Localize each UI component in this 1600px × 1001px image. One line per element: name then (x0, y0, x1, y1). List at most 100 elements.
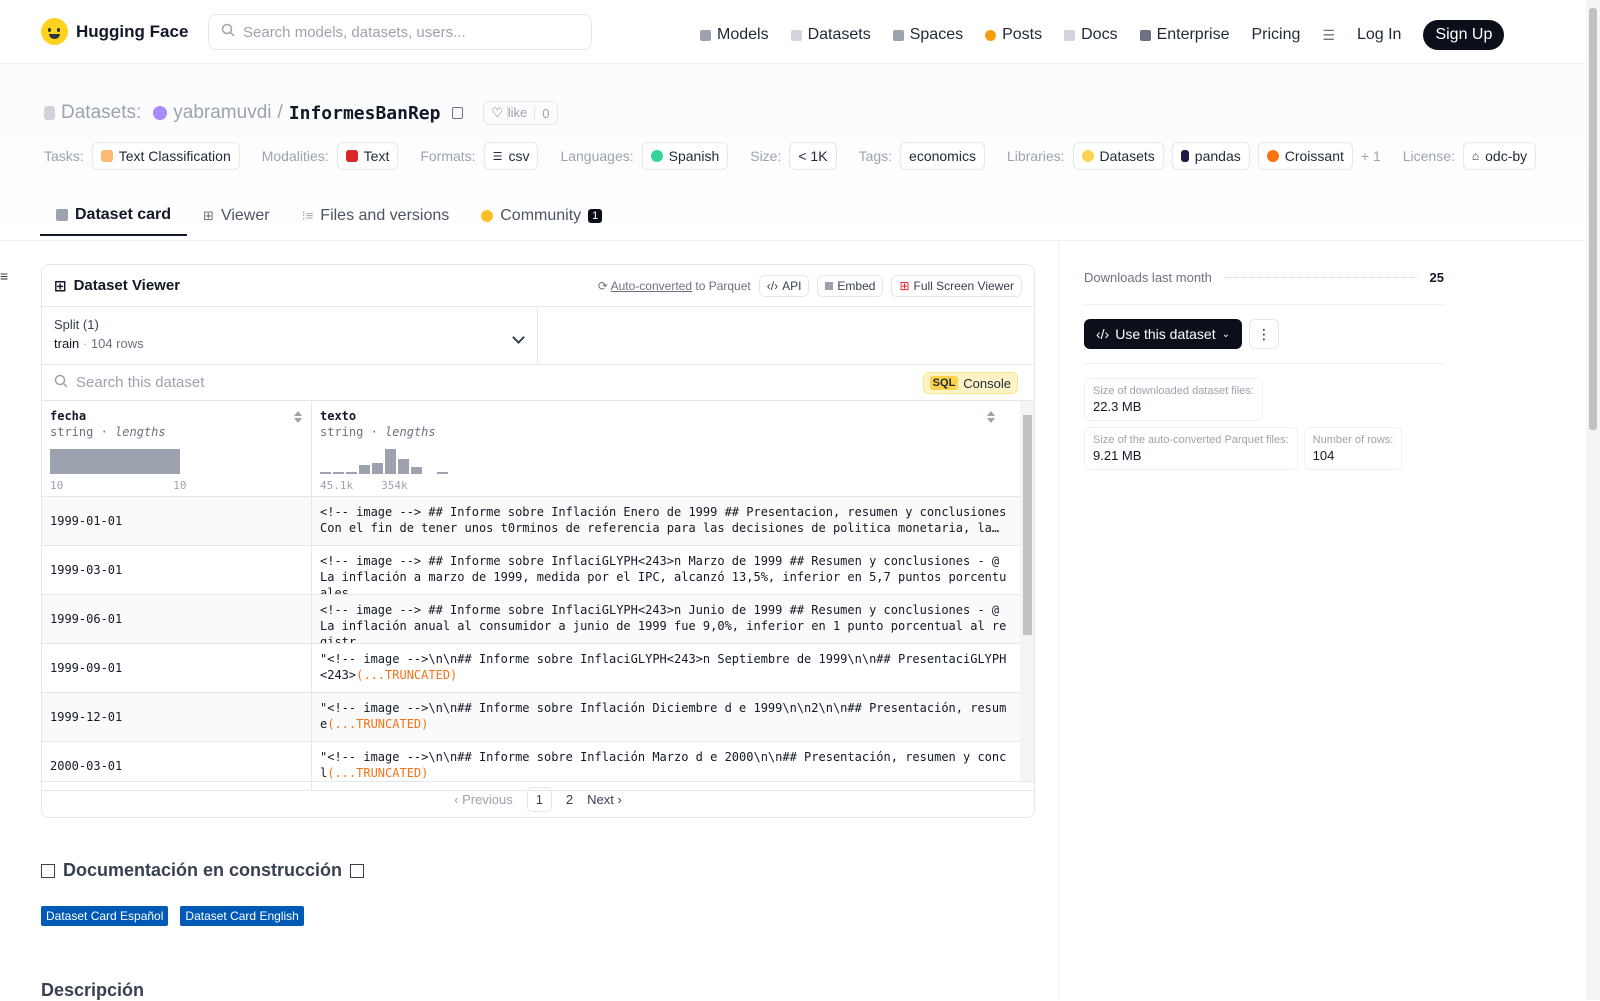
dotted-leader (1223, 276, 1418, 278)
tag-language[interactable]: Spanish (641, 142, 729, 170)
downloads-value: 25 (1429, 269, 1444, 285)
tab-files[interactable]: ⁝≡ Files and versions (286, 195, 466, 236)
breadcrumb-section[interactable]: Datasets: (61, 102, 141, 124)
community-count-badge: 1 (588, 208, 603, 223)
login-link[interactable]: Log In (1357, 26, 1401, 44)
tag-economics[interactable]: economics (900, 142, 985, 170)
heart-icon: ♡ (491, 105, 504, 120)
histogram-bar[interactable] (320, 471, 331, 474)
histogram-bar[interactable] (385, 449, 396, 474)
tag-lib-datasets[interactable]: Datasets (1072, 142, 1164, 170)
chevron-down-icon: ⌄ (1221, 328, 1230, 340)
tag-size-label: < 1K (798, 148, 828, 164)
badge-english[interactable]: Dataset Card English (180, 906, 304, 926)
size-label: Size: (750, 148, 782, 164)
histogram-bar[interactable] (346, 472, 357, 474)
table-row[interactable]: 1999-09-01 "<!-- image -->\n\n## Informe … (42, 644, 1034, 693)
column-fecha-stat: lengths (115, 425, 166, 439)
histogram-bar[interactable] (333, 472, 344, 474)
tag-format[interactable]: ☰ csv (483, 142, 539, 170)
cell-fecha[interactable]: 1999-01-01 (42, 497, 312, 545)
fecha-max: 10 (173, 479, 187, 492)
fecha-axis: 10 10 (50, 479, 187, 492)
cell-texto[interactable]: <!-- image --> ## Informe sobre InflaciG… (312, 595, 1018, 643)
sidebar-toggle-icon[interactable]: ≡ (0, 268, 8, 284)
tag-size[interactable]: < 1K (789, 142, 837, 170)
more-options-button[interactable]: ⋮ (1249, 319, 1279, 349)
split-selector[interactable]: Split (1) train · 104 rows (42, 307, 538, 364)
dataset-search-input[interactable]: Search this dataset SQL Console (42, 365, 1034, 401)
tag-task[interactable]: Text Classification (91, 142, 240, 170)
column-fecha[interactable]: fecha string · lengths 10 10 (42, 401, 312, 496)
tab-dataset-card[interactable]: Dataset card (40, 195, 188, 236)
table-row[interactable]: 1999-12-01 "<!-- image -->\n\n## Informe … (42, 693, 1034, 742)
docs-icon (1064, 29, 1076, 41)
table-row[interactable]: 1999-06-01 <!-- image --> ## Informe sobr… (42, 595, 1034, 644)
modalities-label: Modalities: (261, 148, 329, 164)
tag-lib-pandas[interactable]: pandas (1171, 142, 1250, 170)
tag-lib-croissant[interactable]: Croissant (1257, 142, 1353, 170)
histogram-bar[interactable] (411, 466, 422, 474)
page-2-button[interactable]: 2 (566, 792, 573, 807)
page-1-button[interactable]: 1 (526, 787, 552, 812)
table-scrollbar[interactable] (1020, 401, 1034, 781)
nav-enterprise[interactable]: Enterprise (1139, 26, 1229, 44)
like-button[interactable]: ♡ like 0 (483, 101, 558, 125)
histogram-bar[interactable] (359, 465, 370, 474)
brand-logo[interactable]: Hugging Face (41, 18, 188, 45)
code-icon: ‹/› (1096, 326, 1110, 342)
table-row[interactable]: 1999-03-01 <!-- image --> ## Informe sobr… (42, 546, 1034, 595)
datasets-lib-icon (1081, 150, 1094, 162)
sort-icon[interactable] (987, 411, 996, 423)
breadcrumb-owner[interactable]: yabramuvdi (173, 102, 271, 124)
signup-button[interactable]: Sign Up (1423, 20, 1505, 50)
sort-icon[interactable] (294, 411, 303, 423)
use-this-dataset-button[interactable]: ‹/› Use this dataset ⌄ (1084, 319, 1242, 349)
nav-docs[interactable]: Docs (1064, 26, 1118, 44)
api-button[interactable]: ‹/› API (758, 274, 810, 297)
auto-converted-note: ⟳ Auto-converted to Parquet (598, 279, 751, 293)
embed-button[interactable]: Embed (817, 274, 884, 297)
table-icon: ⊞ (899, 278, 910, 293)
nav-posts[interactable]: Posts (985, 26, 1042, 44)
nav-pricing[interactable]: Pricing (1251, 26, 1300, 44)
column-texto[interactable]: texto string · lengths 45.1k 354k (312, 401, 1018, 496)
cell-texto[interactable]: "<!-- image -->\n\n## Informe sobre Infl… (312, 644, 1018, 692)
page-scroll-thumb[interactable] (1589, 8, 1597, 430)
table-scroll-thumb[interactable] (1023, 415, 1032, 635)
tag-modality[interactable]: Text (336, 142, 399, 170)
global-search-input[interactable]: Search models, datasets, users... (208, 14, 592, 50)
fullscreen-button[interactable]: ⊞ Full Screen Viewer (891, 274, 1022, 297)
nav-spaces[interactable]: Spaces (892, 26, 963, 44)
tab-viewer[interactable]: ⊞ Viewer (187, 195, 286, 236)
sql-console-button[interactable]: SQL Console (922, 372, 1018, 394)
cell-texto-text: <!-- image --> ## Informe sobre InflaciG… (320, 554, 1007, 594)
cell-texto[interactable]: <!-- image --> ## Informe sobre Inflació… (312, 497, 1018, 545)
breadcrumb-separator: / (277, 102, 283, 123)
fecha-min: 10 (50, 479, 64, 492)
tag-license[interactable]: ⌂ odc-by (1462, 142, 1537, 170)
cell-fecha[interactable]: 1999-03-01 (42, 546, 312, 594)
nav-models[interactable]: Models (700, 26, 769, 44)
table-row[interactable]: 1999-01-01 <!-- image --> ## Informe sobr… (42, 497, 1034, 546)
histogram-bar[interactable] (372, 462, 383, 474)
page-scrollbar[interactable] (1586, 0, 1600, 1000)
cell-fecha[interactable]: 1999-06-01 (42, 595, 312, 643)
badge-spanish[interactable]: Dataset Card Español (41, 906, 169, 926)
repo-name[interactable]: InformesBanRep (289, 103, 441, 124)
auto-converted-link[interactable]: Auto-converted (611, 279, 692, 293)
nav-datasets[interactable]: Datasets (790, 26, 871, 44)
tag-lib-datasets-label: Datasets (1099, 148, 1155, 164)
cell-texto[interactable]: "<!-- image -->\n\n## Informe sobre Infl… (312, 693, 1018, 741)
cell-texto[interactable]: <!-- image --> ## Informe sobre InflaciG… (312, 546, 1018, 594)
next-page-button[interactable]: Next › (587, 792, 622, 807)
histogram-bar[interactable] (437, 472, 448, 474)
tab-community[interactable]: Community 1 (465, 195, 618, 236)
copy-icon[interactable] (452, 107, 464, 119)
histogram-bar[interactable] (398, 459, 409, 474)
more-libraries[interactable]: + 1 (1361, 148, 1381, 164)
cell-fecha[interactable]: 1999-09-01 (42, 644, 312, 692)
nav-menu-toggle[interactable]: ☰ (1322, 27, 1335, 44)
cell-fecha[interactable]: 1999-12-01 (42, 693, 312, 741)
previous-page-button[interactable]: ‹ Previous (454, 792, 513, 807)
